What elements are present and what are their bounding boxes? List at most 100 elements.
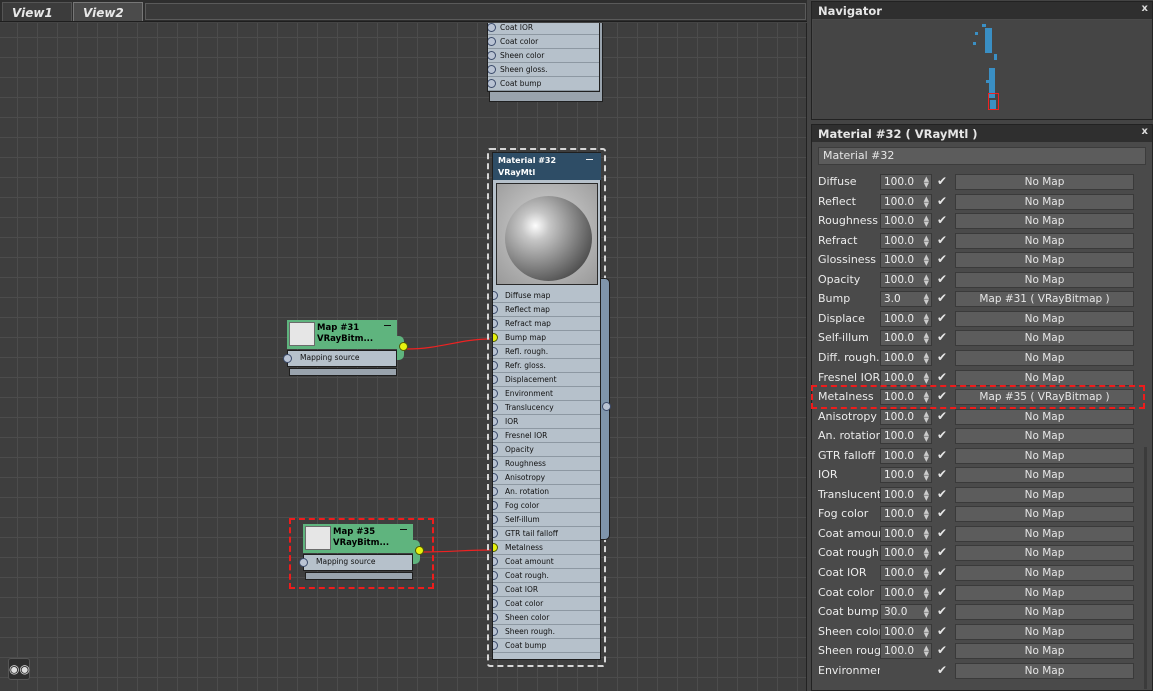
- param-value-spinner[interactable]: 100.0 ▲ ▼: [880, 565, 932, 581]
- spinner-arrows-icon[interactable]: ▲ ▼: [924, 625, 929, 638]
- spinner-arrows-icon[interactable]: ▲ ▼: [924, 449, 929, 462]
- binoculars-icon[interactable]: ◉◉: [8, 658, 30, 680]
- spinner-arrows-icon[interactable]: ▲ ▼: [924, 254, 929, 267]
- spinner-arrows-icon[interactable]: ▲ ▼: [924, 547, 929, 560]
- checkmark-icon[interactable]: ✔: [937, 291, 950, 306]
- input-socket[interactable]: [493, 431, 498, 440]
- spinner-arrows-icon[interactable]: ▲ ▼: [924, 273, 929, 286]
- spinner-arrows-icon[interactable]: ▲ ▼: [924, 234, 929, 247]
- close-icon[interactable]: x: [1142, 3, 1148, 14]
- param-value-spinner[interactable]: 100.0 ▲ ▼: [880, 174, 932, 190]
- map-slot-button[interactable]: No Map: [955, 525, 1134, 542]
- map-slot-button[interactable]: No Map: [955, 643, 1134, 660]
- param-value-spinner[interactable]: 100.0 ▲ ▼: [880, 643, 932, 660]
- scrollbar[interactable]: [1144, 447, 1147, 689]
- spinner-arrows-icon[interactable]: ▲ ▼: [924, 215, 929, 228]
- spinner-arrows-icon[interactable]: ▲ ▼: [924, 312, 929, 325]
- input-socket[interactable]: [493, 347, 498, 356]
- map-slot-button[interactable]: No Map: [955, 662, 1134, 679]
- map-slot-button[interactable]: No Map: [955, 565, 1134, 581]
- map-slot-button[interactable]: No Map: [955, 506, 1134, 523]
- input-socket[interactable]: [493, 305, 498, 314]
- param-value-spinner[interactable]: 100.0 ▲ ▼: [880, 310, 932, 327]
- close-icon[interactable]: x: [1142, 126, 1148, 137]
- map-node-header[interactable]: Map #35 VRayBitm...: [303, 524, 413, 553]
- spinner-arrows-icon[interactable]: ▲ ▼: [924, 351, 929, 364]
- param-value-spinner[interactable]: 100.0 ▲ ▼: [880, 232, 932, 249]
- param-value-spinner[interactable]: 100.0 ▲ ▼: [880, 623, 932, 640]
- map-slot-button[interactable]: No Map: [955, 486, 1134, 503]
- param-value-spinner[interactable]: 100.0 ▲ ▼: [880, 213, 932, 230]
- map-node-header[interactable]: Map #31 VRayBitm...: [287, 320, 397, 349]
- checkmark-icon[interactable]: ✔: [937, 252, 950, 267]
- map-output-socket[interactable]: [415, 546, 424, 555]
- map-slot-button[interactable]: No Map: [955, 349, 1134, 366]
- input-socket[interactable]: [299, 558, 308, 567]
- input-socket[interactable]: [493, 515, 498, 524]
- spinner-arrows-icon[interactable]: ▲ ▼: [924, 293, 929, 306]
- map-slot-button[interactable]: No Map: [955, 447, 1134, 464]
- map-slot-button[interactable]: No Map: [955, 604, 1134, 621]
- input-socket[interactable]: [493, 501, 498, 510]
- param-value-spinner[interactable]: 100.0 ▲ ▼: [880, 525, 932, 542]
- param-value-spinner[interactable]: 30.0 ▲ ▼: [880, 604, 932, 621]
- input-socket[interactable]: [488, 23, 496, 32]
- input-socket[interactable]: [488, 79, 496, 88]
- checkmark-icon[interactable]: ✔: [937, 233, 950, 248]
- input-socket[interactable]: [488, 51, 496, 60]
- spinner-arrows-icon[interactable]: ▲ ▼: [924, 586, 929, 599]
- param-value-spinner[interactable]: 100.0 ▲ ▼: [880, 330, 932, 347]
- input-socket[interactable]: [488, 65, 496, 74]
- collapse-icon[interactable]: [586, 159, 593, 160]
- input-socket[interactable]: [493, 529, 498, 538]
- param-value-spinner[interactable]: 100.0 ▲ ▼: [880, 584, 932, 601]
- navigator-view-rect[interactable]: [988, 93, 999, 110]
- map-slot-button[interactable]: No Map: [955, 545, 1134, 562]
- input-socket[interactable]: [493, 403, 498, 412]
- checkmark-icon[interactable]: ✔: [937, 585, 950, 600]
- input-socket[interactable]: [493, 459, 498, 468]
- node-graph-view[interactable]: Coat IOR Coat color Sheen color Sheen gl…: [0, 23, 807, 691]
- input-socket[interactable]: [493, 571, 498, 580]
- input-socket[interactable]: [283, 354, 292, 363]
- input-socket[interactable]: [493, 319, 498, 328]
- param-value-spinner[interactable]: 100.0 ▲ ▼: [880, 193, 932, 210]
- wire-bump[interactable]: [406, 338, 491, 350]
- map-output-socket[interactable]: [399, 342, 408, 351]
- input-socket[interactable]: [493, 543, 498, 552]
- map-slot-button[interactable]: No Map: [955, 623, 1134, 640]
- param-value-spinner[interactable]: 3.0 ▲ ▼: [880, 291, 932, 308]
- checkmark-icon[interactable]: ✔: [937, 604, 950, 619]
- param-value-spinner[interactable]: 100.0 ▲ ▼: [880, 369, 932, 386]
- spinner-arrows-icon[interactable]: ▲ ▼: [924, 645, 929, 658]
- checkmark-icon[interactable]: ✔: [937, 311, 950, 326]
- checkmark-icon[interactable]: ✔: [937, 565, 950, 580]
- input-socket[interactable]: [493, 417, 498, 426]
- checkmark-icon[interactable]: ✔: [937, 448, 950, 463]
- spinner-arrows-icon[interactable]: ▲ ▼: [924, 176, 929, 189]
- spinner-arrows-icon[interactable]: ▲ ▼: [924, 195, 929, 208]
- map-slot-button[interactable]: No Map: [955, 310, 1134, 327]
- spinner-arrows-icon[interactable]: ▲ ▼: [924, 567, 929, 580]
- checkmark-icon[interactable]: ✔: [937, 663, 950, 678]
- navigator-viewport[interactable]: [813, 20, 1152, 119]
- collapse-icon[interactable]: [384, 325, 391, 326]
- spinner-arrows-icon[interactable]: ▲ ▼: [924, 508, 929, 521]
- map-slot-button[interactable]: No Map: [955, 174, 1134, 190]
- input-socket[interactable]: [493, 487, 498, 496]
- checkmark-icon[interactable]: ✔: [937, 467, 950, 482]
- spinner-arrows-icon[interactable]: ▲ ▼: [924, 469, 929, 482]
- checkmark-icon[interactable]: ✔: [937, 487, 950, 502]
- map-slot-button[interactable]: No Map: [955, 584, 1134, 601]
- collapse-icon[interactable]: [400, 529, 407, 530]
- material-node[interactable]: Material #32 VRayMtl Diffuse map Reflect …: [492, 152, 601, 660]
- checkmark-icon[interactable]: ✔: [937, 526, 950, 541]
- input-socket[interactable]: [493, 473, 498, 482]
- map-slot-button[interactable]: No Map: [955, 408, 1134, 425]
- input-socket[interactable]: [493, 599, 498, 608]
- input-socket[interactable]: [493, 389, 498, 398]
- input-socket[interactable]: [493, 585, 498, 594]
- map-slot-button[interactable]: No Map: [955, 428, 1134, 445]
- material-node-header[interactable]: Material #32 VRayMtl: [493, 153, 601, 180]
- checkmark-icon[interactable]: ✔: [937, 409, 950, 424]
